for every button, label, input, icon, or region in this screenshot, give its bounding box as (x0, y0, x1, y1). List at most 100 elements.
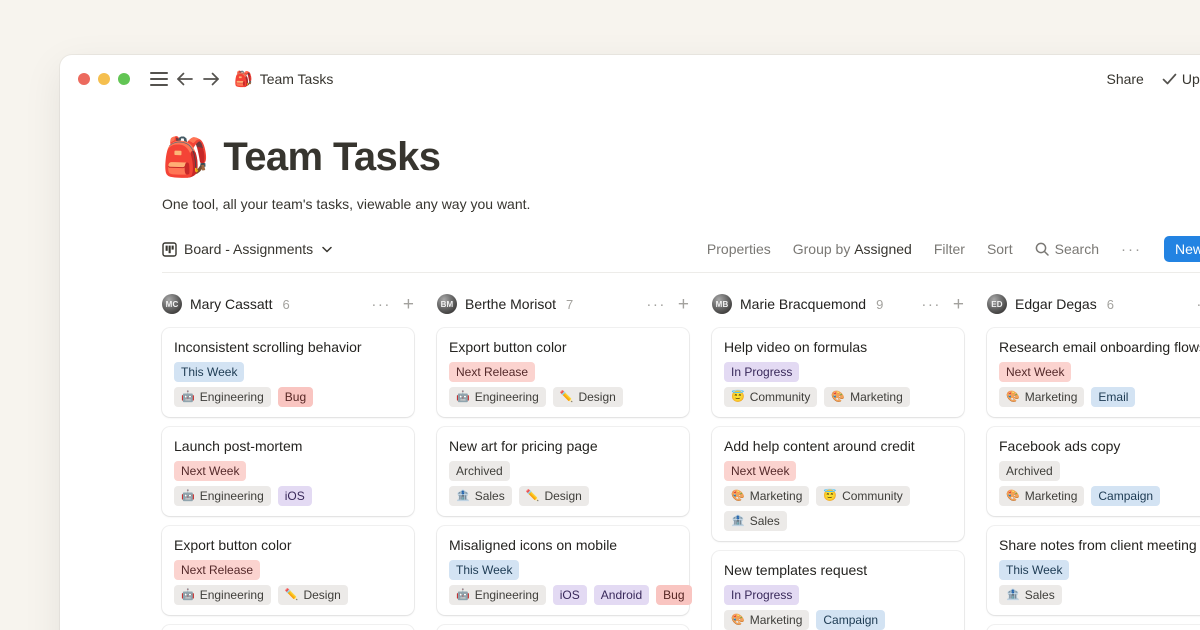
badge-label: Engineering (475, 387, 539, 407)
column-more-icon[interactable]: ··· (1196, 297, 1200, 312)
sort-button[interactable]: Sort (987, 241, 1013, 257)
halo-face-icon: 😇 (731, 392, 745, 403)
badge-next-release: Next Release (174, 560, 260, 580)
palette-icon: 🎨 (1006, 392, 1020, 403)
badge-next-week: Next Week (999, 362, 1071, 382)
task-card[interactable]: Launch post-mortemNext Week🤖Engineeringi… (162, 427, 414, 516)
group-by-button[interactable]: Group by Assigned (793, 241, 912, 257)
badge-label: Marketing (850, 387, 903, 407)
properties-button[interactable]: Properties (707, 241, 771, 257)
filter-button[interactable]: Filter (934, 241, 965, 257)
badge-row: This Week (174, 362, 402, 382)
badge-row: 🎨MarketingCampaign (999, 486, 1200, 506)
badge-this-week: This Week (174, 362, 244, 382)
search-label: Search (1055, 241, 1099, 257)
column-add-card-icon[interactable]: + (678, 295, 689, 314)
badge-label: In Progress (731, 362, 792, 382)
column-card-count: 6 (1107, 297, 1114, 312)
zoom-window-button[interactable] (118, 73, 130, 85)
breadcrumb-current-page[interactable]: 🎒 Team Tasks (234, 70, 333, 88)
board-view-icon (162, 242, 177, 257)
share-button[interactable]: Share (1106, 71, 1143, 87)
task-card[interactable] (162, 625, 414, 630)
task-card[interactable]: New art for pricing pageArchived🏦Sales✏️… (437, 427, 689, 516)
badge-label: Archived (456, 461, 503, 481)
task-card[interactable]: Export button color Next Release 🤖 Engineer… (162, 526, 414, 615)
badge-in-progress: In Progress (724, 585, 799, 605)
task-card[interactable]: New templates requestIn Progress🎨Marketi… (712, 551, 964, 630)
badge-this-week: This Week (999, 560, 1069, 580)
avatar: MB (712, 294, 732, 314)
task-card[interactable]: Export button colorNext Release🤖Engineer… (437, 328, 689, 417)
badge-campaign: Campaign (1091, 486, 1160, 506)
page-subtitle: One tool, all your team's tasks, viewabl… (162, 196, 1200, 212)
badge-row: This Week (999, 560, 1200, 580)
badge-label: Next Week (731, 461, 789, 481)
task-card[interactable]: Share notes from client meetingThis Week… (987, 526, 1200, 615)
window-topbar: 🎒 Team Tasks Share Updates (60, 55, 1200, 103)
badge-label: Sales (1025, 585, 1055, 605)
badge-label: Bug (285, 387, 306, 407)
task-card[interactable]: Misaligned icons on mobileThis Week🤖Engi… (437, 526, 689, 615)
view-tab-label: Board - Assignments (184, 241, 313, 257)
task-card[interactable]: Add help content around creditNext Week🎨… (712, 427, 964, 541)
badge-campaign: Campaign (816, 610, 885, 630)
badge-this-week: This Week (449, 560, 519, 580)
badge-label: Design (303, 585, 340, 605)
column-more-icon[interactable]: ··· (921, 297, 941, 312)
column-header: BMBerthe Morisot7···+ (437, 292, 689, 316)
new-button[interactable]: New (1164, 236, 1200, 262)
robot-icon: 🤖 (181, 590, 195, 601)
column-add-card-icon[interactable]: + (953, 295, 964, 314)
updates-button[interactable]: Updates (1162, 71, 1200, 87)
nav-forward-button[interactable] (198, 66, 224, 92)
close-window-button[interactable] (78, 73, 90, 85)
badge-row: 😇Community🎨Marketing (724, 387, 952, 407)
search-button[interactable]: Search (1035, 241, 1099, 257)
column-more-icon[interactable]: ··· (646, 297, 666, 312)
column-header: EDEdgar Degas6···+ (987, 292, 1200, 316)
column-add-card-icon[interactable]: + (403, 295, 414, 314)
task-card[interactable]: Research email onboarding flowsNext Week… (987, 328, 1200, 417)
badge-row: 🏦Sales (724, 511, 952, 531)
pencil-icon: ✏️ (560, 392, 574, 403)
minimize-window-button[interactable] (98, 73, 110, 85)
badge-label: Engineering (200, 585, 264, 605)
badge-label: Community (750, 387, 811, 407)
board-column-2: BMBerthe Morisot7···+Export button color… (437, 292, 689, 630)
badge-row: Next Week (174, 461, 402, 481)
task-card-title: Inconsistent scrolling behavior (174, 338, 402, 357)
group-by-label: Group by (793, 241, 851, 257)
badge-label: Marketing (750, 486, 803, 506)
pencil-icon: ✏️ (526, 491, 540, 502)
badge-row: 🤖EngineeringiOS (174, 486, 402, 506)
task-card[interactable]: Inconsistent scrolling behavior This Week… (162, 328, 414, 417)
badge-label: This Week (181, 362, 237, 382)
sidebar-menu-button[interactable] (146, 66, 172, 92)
badge-label: In Progress (731, 585, 792, 605)
more-options-icon[interactable]: ··· (1121, 242, 1142, 257)
task-card[interactable] (437, 625, 689, 630)
badge-label: Design (578, 387, 615, 407)
bank-icon: 🏦 (1006, 590, 1020, 601)
arrow-left-icon (176, 72, 194, 86)
badge-row: 🤖Engineering✏️Design (174, 585, 402, 605)
view-tab-board[interactable]: Board - Assignments (162, 241, 332, 257)
page-icon-backpack[interactable]: 🎒 (162, 139, 209, 177)
column-more-icon[interactable]: ··· (371, 297, 391, 312)
badge-sales: 🏦Sales (724, 511, 787, 531)
badge-archived: Archived (999, 461, 1060, 481)
nav-back-button[interactable] (172, 66, 198, 92)
badge-label: Marketing (750, 610, 803, 630)
task-card-title: Export button color (174, 536, 402, 555)
group-by-value: Assigned (854, 241, 912, 257)
badge-ios: iOS (553, 585, 587, 605)
column-actions: ··· + (646, 295, 689, 314)
check-icon (1162, 73, 1177, 85)
task-card[interactable]: Help video on formulasIn Progress😇Commun… (712, 328, 964, 417)
badge-row: 🎨MarketingCampaign (724, 610, 952, 630)
task-card[interactable] (987, 625, 1200, 630)
badge-design: ✏️ Design (553, 387, 623, 407)
badge-community: 😇 Community (724, 387, 817, 407)
task-card[interactable]: Facebook ads copyArchived🎨MarketingCampa… (987, 427, 1200, 516)
